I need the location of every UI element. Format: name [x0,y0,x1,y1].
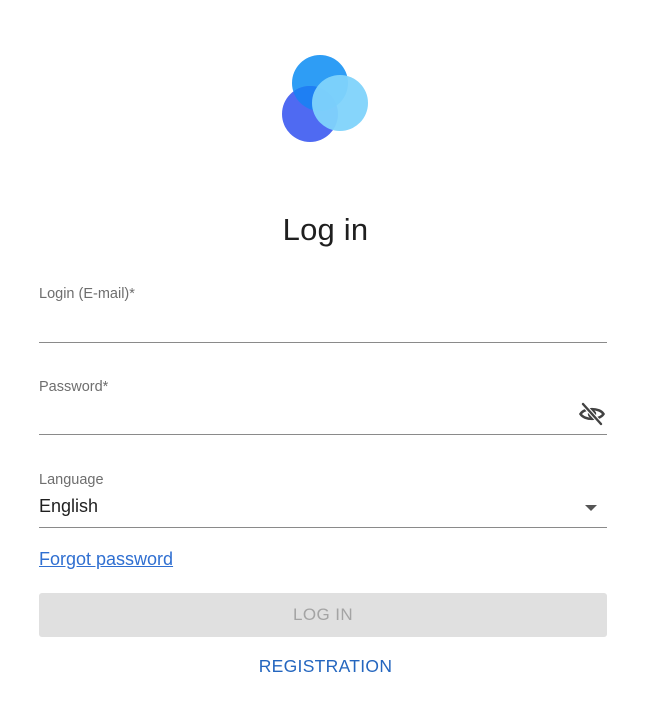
password-field-label: Password* [39,379,109,395]
language-field-label: Language [39,472,104,488]
password-field[interactable]: Password* [39,376,607,435]
password-input[interactable] [39,406,559,428]
login-field[interactable]: Login (E-mail)* [39,283,607,343]
forgot-password-link[interactable]: Forgot password [39,549,173,570]
login-button[interactable]: LOG IN [39,593,607,637]
page-title: Log in [282,212,369,247]
language-select[interactable]: Language English [39,469,607,528]
registration-button[interactable]: REGISTRATION [0,656,651,677]
login-field-label: Login (E-mail)* [39,286,135,302]
dropdown-arrow-icon[interactable] [585,505,597,511]
app-logo [282,55,368,142]
login-page: Log in Login (E-mail)* Password* Languag… [0,0,651,710]
logo-circle-right [312,75,368,131]
language-selected-value: English [39,496,99,516]
login-input[interactable] [39,314,559,336]
eye-off-icon[interactable] [578,400,606,428]
